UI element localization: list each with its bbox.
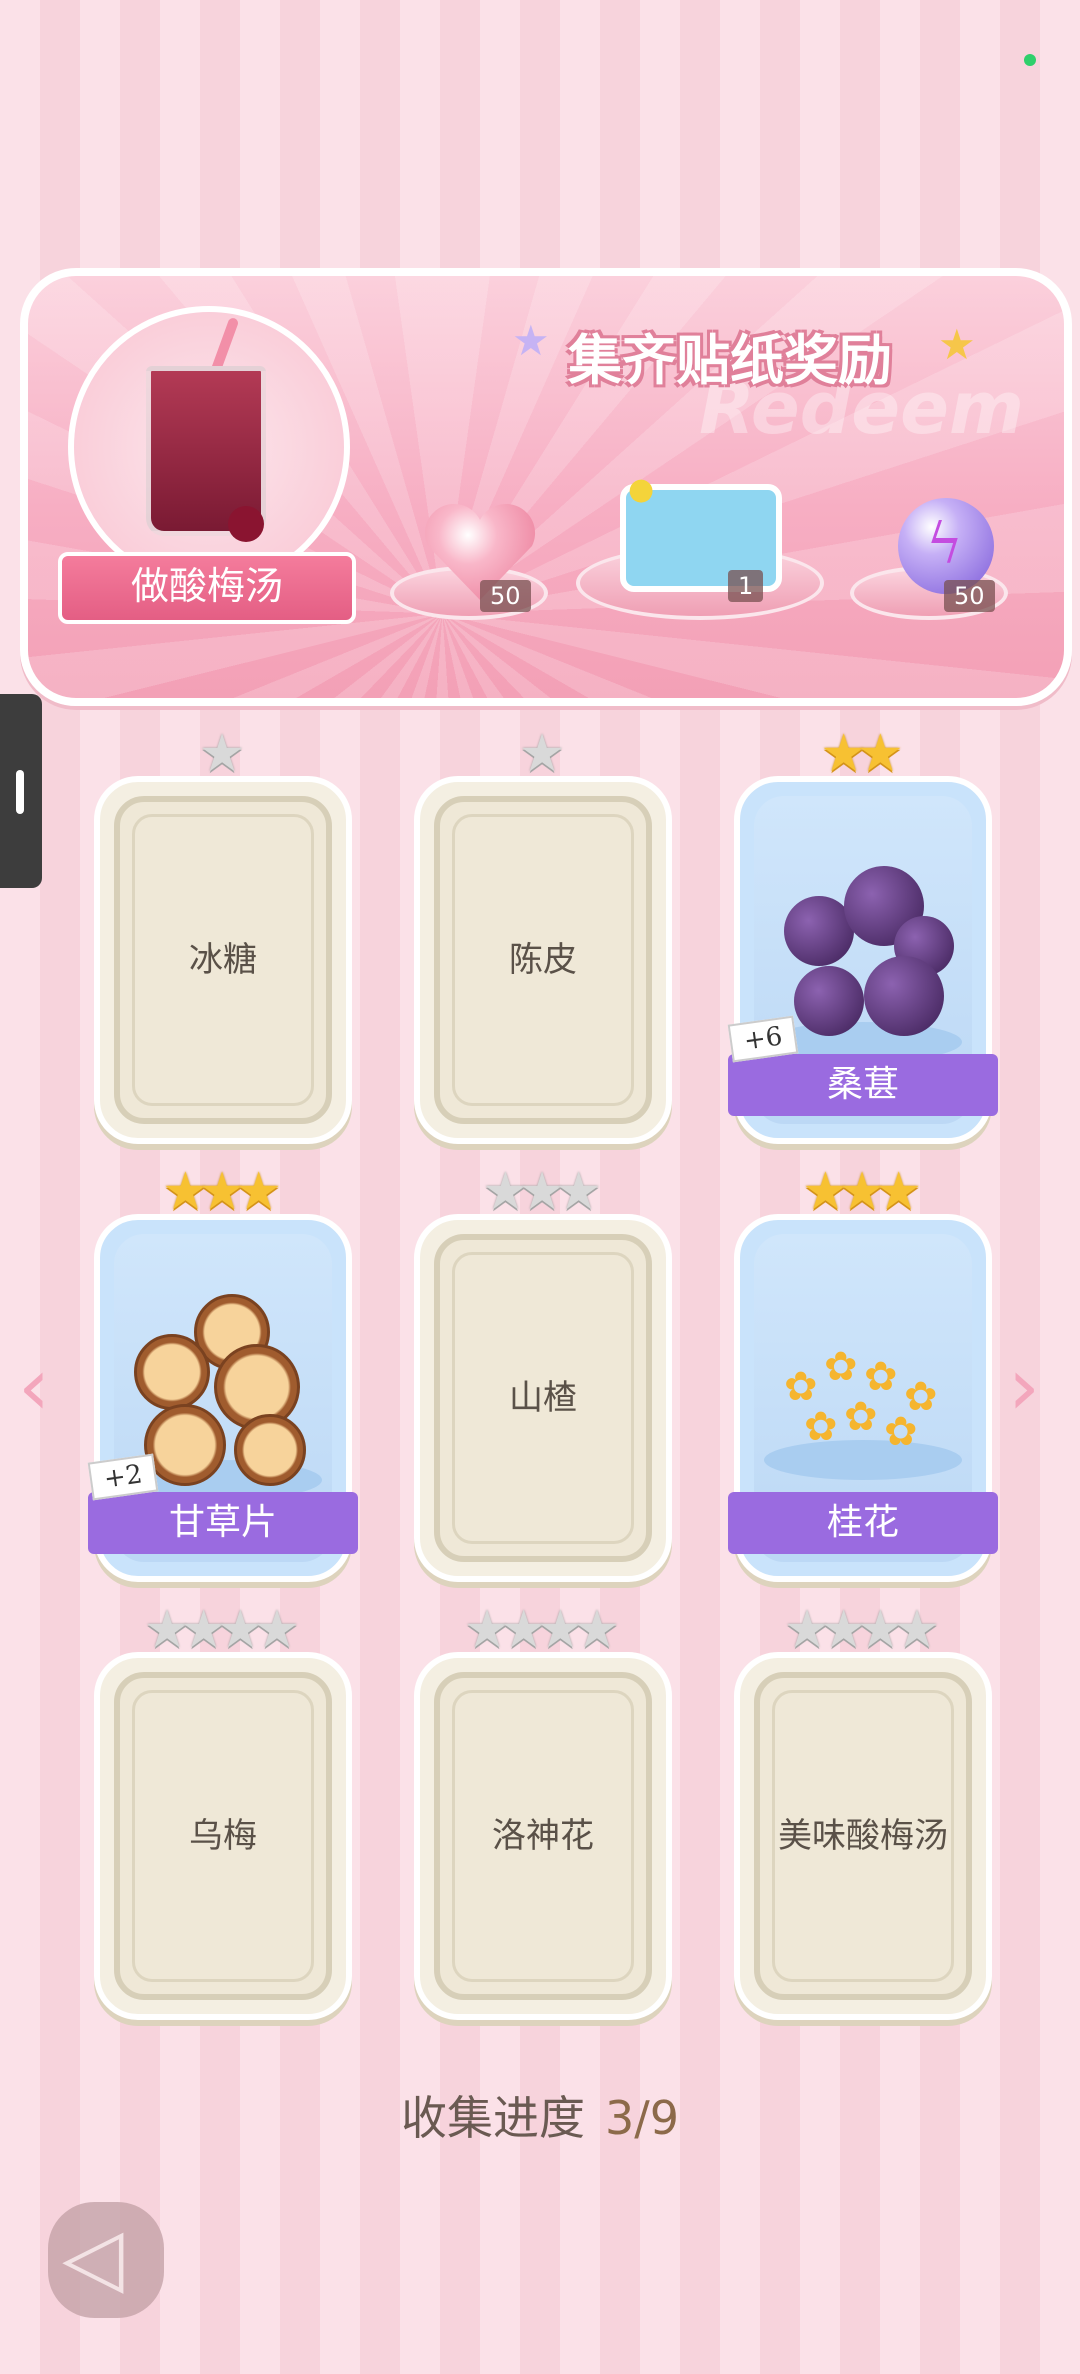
card-name: 山楂: [509, 1378, 577, 1418]
sticker-card[interactable]: +6 桑葚: [727, 776, 998, 1144]
star-rating: ★: [518, 724, 566, 784]
banner-title: 集齐贴纸奖励: [568, 329, 892, 392]
star-rating: ★★★: [162, 1162, 282, 1222]
cherry-icon: [228, 506, 264, 542]
card-name: 陈皮: [509, 940, 577, 980]
lightning-bolt-icon: ϟ: [926, 512, 963, 577]
reward-count: 1: [728, 570, 764, 602]
star-decoration-icon: ★: [938, 320, 976, 369]
card-name: 美味酸梅汤: [778, 1816, 948, 1856]
sticker-card[interactable]: +2 甘草片: [87, 1214, 358, 1582]
reward-count: 50: [944, 580, 995, 612]
status-indicator-dot: [1024, 54, 1036, 66]
lemon-icon: ●: [628, 472, 655, 507]
card-name: 桂花: [728, 1492, 998, 1554]
sticker-card[interactable]: 洛神花: [414, 1652, 672, 2020]
star-rating: ★★★★: [143, 1600, 300, 1660]
osmanthus-icon: ✿: [824, 1344, 858, 1390]
sticker-reward-banner: Redeem ★ 集齐贴纸奖励 ★ 做酸梅汤 50 ● 1 ϟ 50: [20, 268, 1072, 706]
sticker-card[interactable]: 乌梅: [94, 1652, 352, 2020]
card-name: 洛神花: [492, 1816, 594, 1856]
star-rating: ★★★: [482, 1162, 602, 1222]
recipe-label: 做酸梅汤: [58, 552, 356, 624]
star-rating: ★★: [820, 724, 903, 784]
mulberry-icon: [794, 966, 864, 1036]
prev-page-arrow[interactable]: ‹: [18, 1340, 50, 1433]
star-rating: ★: [198, 724, 246, 784]
card-name: 冰糖: [189, 940, 257, 980]
card-name: 甘草片: [88, 1492, 358, 1554]
licorice-slice-icon: [134, 1334, 210, 1410]
progress-value: 3/9: [604, 2091, 680, 2145]
osmanthus-icon: ✿: [844, 1394, 878, 1440]
reward-count: 50: [480, 580, 531, 612]
mulberry-icon: [864, 956, 944, 1036]
sticker-card[interactable]: 陈皮: [414, 776, 672, 1144]
star-rating: ★★★★: [463, 1600, 620, 1660]
sticker-card[interactable]: 山楂: [414, 1214, 672, 1582]
sticker-card[interactable]: ✿ ✿ ✿ ✿ ✿ ✿ ✿ 桂花: [728, 1214, 998, 1582]
sticker-card[interactable]: 美味酸梅汤: [734, 1652, 992, 2020]
star-rating: ★★★: [802, 1162, 922, 1222]
licorice-slice-icon: [234, 1414, 306, 1486]
osmanthus-icon: ✿: [884, 1409, 918, 1455]
sticker-card[interactable]: 冰糖: [94, 776, 352, 1144]
back-arrow-icon: ◁: [62, 2210, 124, 2303]
star-rating: ★★★★: [783, 1600, 940, 1660]
star-decoration-icon: ★: [512, 316, 550, 365]
progress-label: 收集进度: [400, 2091, 585, 2145]
osmanthus-icon: ✿: [804, 1404, 838, 1450]
card-name: 桑葚: [728, 1054, 998, 1116]
collection-progress: 收集进度 3/9: [0, 2082, 1080, 2148]
next-page-arrow[interactable]: ›: [1008, 1340, 1040, 1433]
card-name: 乌梅: [189, 1816, 257, 1856]
drawer-handle-icon: [16, 770, 24, 814]
